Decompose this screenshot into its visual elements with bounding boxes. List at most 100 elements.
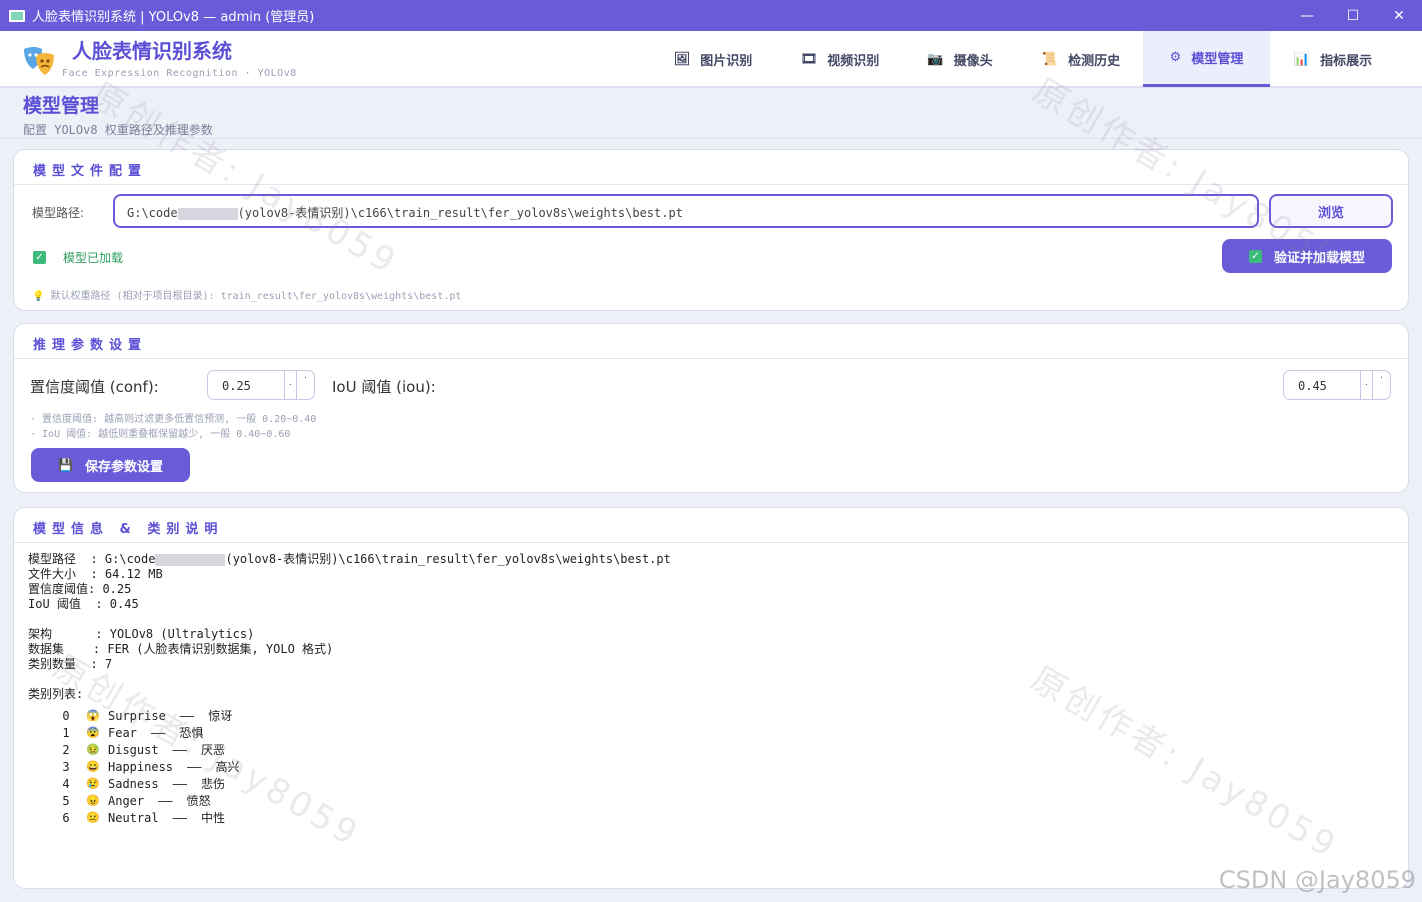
class-name-zh: 惊讶 — [208, 709, 233, 723]
tab-camera[interactable]: 📷 摄像头 — [910, 31, 1010, 87]
class-row: 5 😠 Anger —— 愤怒 — [54, 792, 211, 809]
separator: —— — [172, 810, 188, 825]
window-title: 人脸表情识别系统 | YOLOv8 — admin (管理员) — [32, 10, 315, 25]
class-name-en: Neutral — [108, 810, 159, 825]
film-icon: 🎞 — [800, 51, 818, 67]
class-name-zh: 愤怒 — [186, 794, 211, 808]
browse-button[interactable]: 浏览 — [1269, 194, 1393, 228]
emoji-face-icon: 😢 — [86, 777, 100, 790]
separator: —— — [172, 776, 188, 791]
section-title: 推理参数设置 — [33, 338, 148, 353]
class-row: 2 🤢 Disgust —— 厌恶 — [54, 741, 225, 758]
separator: —— — [172, 742, 188, 757]
floppy-disk-icon: 💾 — [58, 458, 73, 472]
info-lines: 文件大小 : 64.12 MB 置信度阈值: 0.25 IoU 阈值 : 0.4… — [28, 567, 334, 701]
class-name-en: Happiness — [108, 759, 174, 774]
conf-label: 置信度阈值 (conf): — [30, 378, 159, 396]
iou-spinbox[interactable]: 0.45 · · — [1283, 370, 1391, 400]
tab-label: 指标展示 — [1320, 53, 1373, 69]
class-name-en: Disgust — [108, 742, 159, 757]
class-name-en: Sadness — [108, 776, 159, 791]
conf-value: 0.25 — [222, 379, 251, 393]
spin-down-icon[interactable]: · — [296, 371, 314, 399]
model-path-input[interactable]: G:\code (yolov8-表情识别)\c166\train_result\f… — [113, 194, 1259, 228]
class-index: 0 — [62, 708, 70, 723]
close-button[interactable]: ✕ — [1376, 0, 1422, 31]
class-name-zh: 悲伤 — [201, 777, 226, 791]
separator: —— — [187, 759, 202, 774]
separator: —— — [179, 708, 195, 723]
class-name-zh: 厌恶 — [201, 743, 226, 757]
verify-load-model-button[interactable]: ✓ 验证并加载模型 — [1222, 239, 1392, 273]
conf-spinbox[interactable]: 0.25 · · — [207, 370, 315, 400]
class-name-en: Fear — [108, 725, 137, 740]
divider — [14, 542, 1408, 543]
separator: —— — [150, 725, 166, 740]
tab-label: 检测历史 — [1068, 53, 1121, 69]
tab-history[interactable]: 📜 检测历史 — [1024, 31, 1138, 87]
tab-label: 模型管理 — [1191, 52, 1244, 67]
class-name-zh: 中性 — [201, 811, 226, 825]
check-icon: ✓ — [1248, 249, 1262, 263]
hint-text: 默认权重路径 (相对于项目根目录): train_result\fer_yolo… — [50, 291, 462, 302]
redacted-block — [177, 207, 238, 220]
redacted-block — [155, 553, 226, 566]
save-params-button[interactable]: 💾 保存参数设置 — [31, 448, 190, 482]
page-title: 模型管理 — [23, 95, 100, 117]
class-index: 3 — [62, 759, 70, 774]
info-path-prefix: 模型路径 : G:\code — [28, 552, 156, 566]
separator: —— — [158, 793, 173, 808]
emoji-face-icon: 😐 — [86, 811, 100, 824]
check-icon: ✓ — [33, 251, 46, 264]
conf-hint: · 置信度阈值: 越高则过滤更多低置信预测, 一般 0.20~0.40 — [30, 414, 317, 425]
tab-model-management[interactable]: ⚙ 模型管理 — [1143, 31, 1270, 87]
image-icon: 🖼 — [673, 51, 691, 67]
class-name-zh: 高兴 — [215, 760, 240, 774]
button-label: 保存参数设置 — [84, 459, 163, 475]
spin-down-icon[interactable]: · — [1372, 371, 1390, 399]
info-path-suffix: (yolov8-表情识别)\c166\train_result\fer_yolo… — [225, 552, 671, 566]
class-row: 3 😄 Happiness —— 高兴 — [54, 758, 240, 775]
theater-masks-icon — [24, 47, 54, 75]
class-index: 1 — [62, 725, 70, 740]
emoji-face-icon: 🤢 — [86, 743, 100, 756]
app-header: 人脸表情识别系统 Face Expression Recognition · Y… — [0, 31, 1422, 88]
iou-value: 0.45 — [1298, 379, 1327, 393]
class-row: 6 😐 Neutral —— 中性 — [54, 809, 225, 826]
tab-image-recognition[interactable]: 🖼 图片识别 — [656, 31, 770, 87]
minimize-button[interactable]: — — [1284, 0, 1330, 31]
section-title: 模型文件配置 — [33, 164, 148, 179]
class-index: 4 — [62, 776, 70, 791]
class-name-en: Surprise — [108, 708, 166, 723]
tab-video-recognition[interactable]: 🎞 视频识别 — [783, 31, 897, 87]
lightbulb-icon: 💡 — [32, 291, 45, 302]
class-name-zh: 恐惧 — [179, 726, 204, 740]
model-path-label: 模型路径: — [32, 206, 85, 220]
default-path-hint: 💡 默认权重路径 (相对于项目根目录): train_result\fer_yo… — [32, 287, 461, 302]
maximize-button[interactable]: ☐ — [1330, 0, 1376, 31]
spin-up-icon[interactable]: · — [1360, 371, 1372, 399]
section-title: 模型信息 & 类别说明 — [33, 522, 224, 537]
chart-icon: 📊 — [1293, 51, 1311, 67]
emoji-face-icon: 😄 — [86, 760, 100, 773]
tab-metrics[interactable]: 📊 指标展示 — [1276, 31, 1390, 87]
class-index: 2 — [62, 742, 70, 757]
brand-title: 人脸表情识别系统 — [72, 39, 232, 63]
history-icon: 📜 — [1041, 51, 1059, 67]
camera-icon: 📷 — [927, 51, 944, 67]
page-subtitle: 配置 YOLOv8 权重路径及推理参数 — [23, 123, 213, 137]
model-info-text: 模型路径 : G:\code (yolov8-表情识别)\c166\train_r… — [28, 552, 671, 702]
tab-label: 摄像头 — [953, 53, 993, 69]
class-row: 1 😨 Fear —— 恐惧 — [54, 724, 203, 741]
class-index: 5 — [62, 793, 70, 808]
csdn-watermark: CSDN @Jay8059 — [1218, 866, 1416, 894]
spin-up-icon[interactable]: · — [284, 371, 296, 399]
class-row: 4 😢 Sadness —— 悲伤 — [54, 775, 225, 792]
tab-label: 视频识别 — [827, 53, 880, 69]
app-icon — [9, 9, 25, 22]
inference-params-card: 推理参数设置 置信度阈值 (conf): 0.25 · · IoU 阈值 (io… — [13, 323, 1409, 493]
gear-icon: ⚙ — [1169, 50, 1182, 65]
iou-label: IoU 阈值 (iou): — [332, 378, 436, 396]
button-label: 验证并加载模型 — [1273, 250, 1365, 266]
class-row: 0 😱 Surprise —— 惊讶 — [54, 707, 232, 724]
